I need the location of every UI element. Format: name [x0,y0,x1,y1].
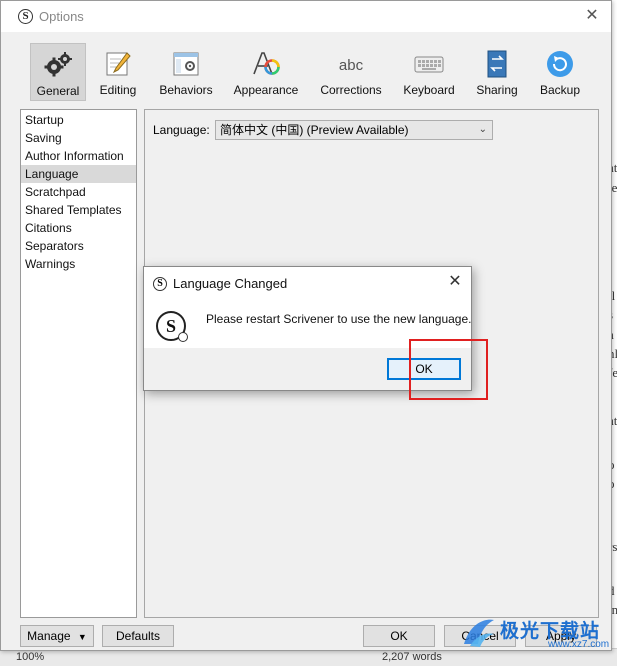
manage-label: Manage [27,629,71,643]
tab-behaviors[interactable]: Behaviors [155,43,217,101]
sidebar-item-scratchpad[interactable]: Scratchpad [21,183,136,201]
tab-label: Behaviors [159,83,213,97]
dropdown-arrow-icon: ▼ [77,632,87,642]
gears-icon [44,52,72,77]
manage-button[interactable]: Manage ▼ [20,625,94,647]
scrivener-logo-icon: S [153,277,167,291]
tab-label: Appearance [233,83,299,97]
pencil-note-icon [106,52,131,76]
watermark: 极光下载站 www.xz7.com [454,612,614,652]
word-count: 2,207 words [382,651,442,663]
dialog-title: Language Changed [173,276,288,291]
svg-text:abc: abc [339,57,364,74]
tab-appearance[interactable]: Appearance [231,43,301,101]
ok-button[interactable]: OK [363,625,435,647]
watermark-logo-icon [464,619,494,647]
sidebar-item-warnings[interactable]: Warnings [21,255,136,273]
language-changed-dialog: S Language Changed ✕ S Please restart Sc… [143,266,472,391]
tab-label: Editing [99,83,137,97]
backup-circle-icon [547,51,573,77]
chevron-down-icon: ⌄ [478,124,487,135]
defaults-button[interactable]: Defaults [102,625,174,647]
sidebar-item-language[interactable]: Language [21,165,136,183]
keyboard-icon [414,56,444,73]
title-bar[interactable]: S Options ✕ [1,1,611,32]
sidebar-item-shared-templates[interactable]: Shared Templates [21,201,136,219]
toolbar: General Editing Behaviors Appearance abc… [1,41,611,101]
tab-label: Sharing [476,83,518,97]
sidebar-item-separators[interactable]: Separators [21,237,136,255]
close-icon[interactable]: ✕ [581,5,603,27]
sidebar-item-citations[interactable]: Citations [21,219,136,237]
preferences-category-list[interactable]: Startup Saving Author Information Langua… [20,109,137,618]
window-gear-icon [173,52,199,76]
dialog-body: S Language Changed ✕ S Please restart Sc… [144,267,472,348]
tab-keyboard[interactable]: Keyboard [399,43,459,101]
sidebar-item-startup[interactable]: Startup [21,111,136,129]
language-select[interactable]: 简体中文 (中国) (Preview Available) ⌄ [215,120,493,140]
font-palette-icon [253,52,280,75]
language-selected-value: 简体中文 (中国) (Preview Available) [220,123,409,137]
sidebar-item-saving[interactable]: Saving [21,129,136,147]
tab-label: General [36,84,80,98]
tab-backup[interactable]: Backup [535,43,585,101]
zoom-level: 100% [16,651,45,663]
tab-corrections[interactable]: abc Corrections [316,43,386,101]
tab-label: Backup [539,83,581,97]
watermark-url: www.xz7.com [548,639,610,650]
dialog-message: Please restart Scrivener to use the new … [206,312,472,326]
tab-label: Corrections [320,83,382,97]
tab-general[interactable]: General [30,43,86,101]
close-icon[interactable]: ✕ [445,272,465,292]
tab-label: Keyboard [403,83,455,97]
tab-editing[interactable]: Editing [95,43,141,101]
language-label: Language: [153,123,210,137]
scrivener-logo-icon: S [18,9,33,24]
abc-icon: abc [339,57,364,74]
window-title: Options [39,9,84,24]
tab-sharing[interactable]: Sharing [471,43,523,101]
sidebar-item-author-information[interactable]: Author Information [21,147,136,165]
sync-document-icon [487,50,507,78]
scrivener-app-icon: S [156,311,188,342]
dialog-ok-button[interactable]: OK [387,358,461,380]
